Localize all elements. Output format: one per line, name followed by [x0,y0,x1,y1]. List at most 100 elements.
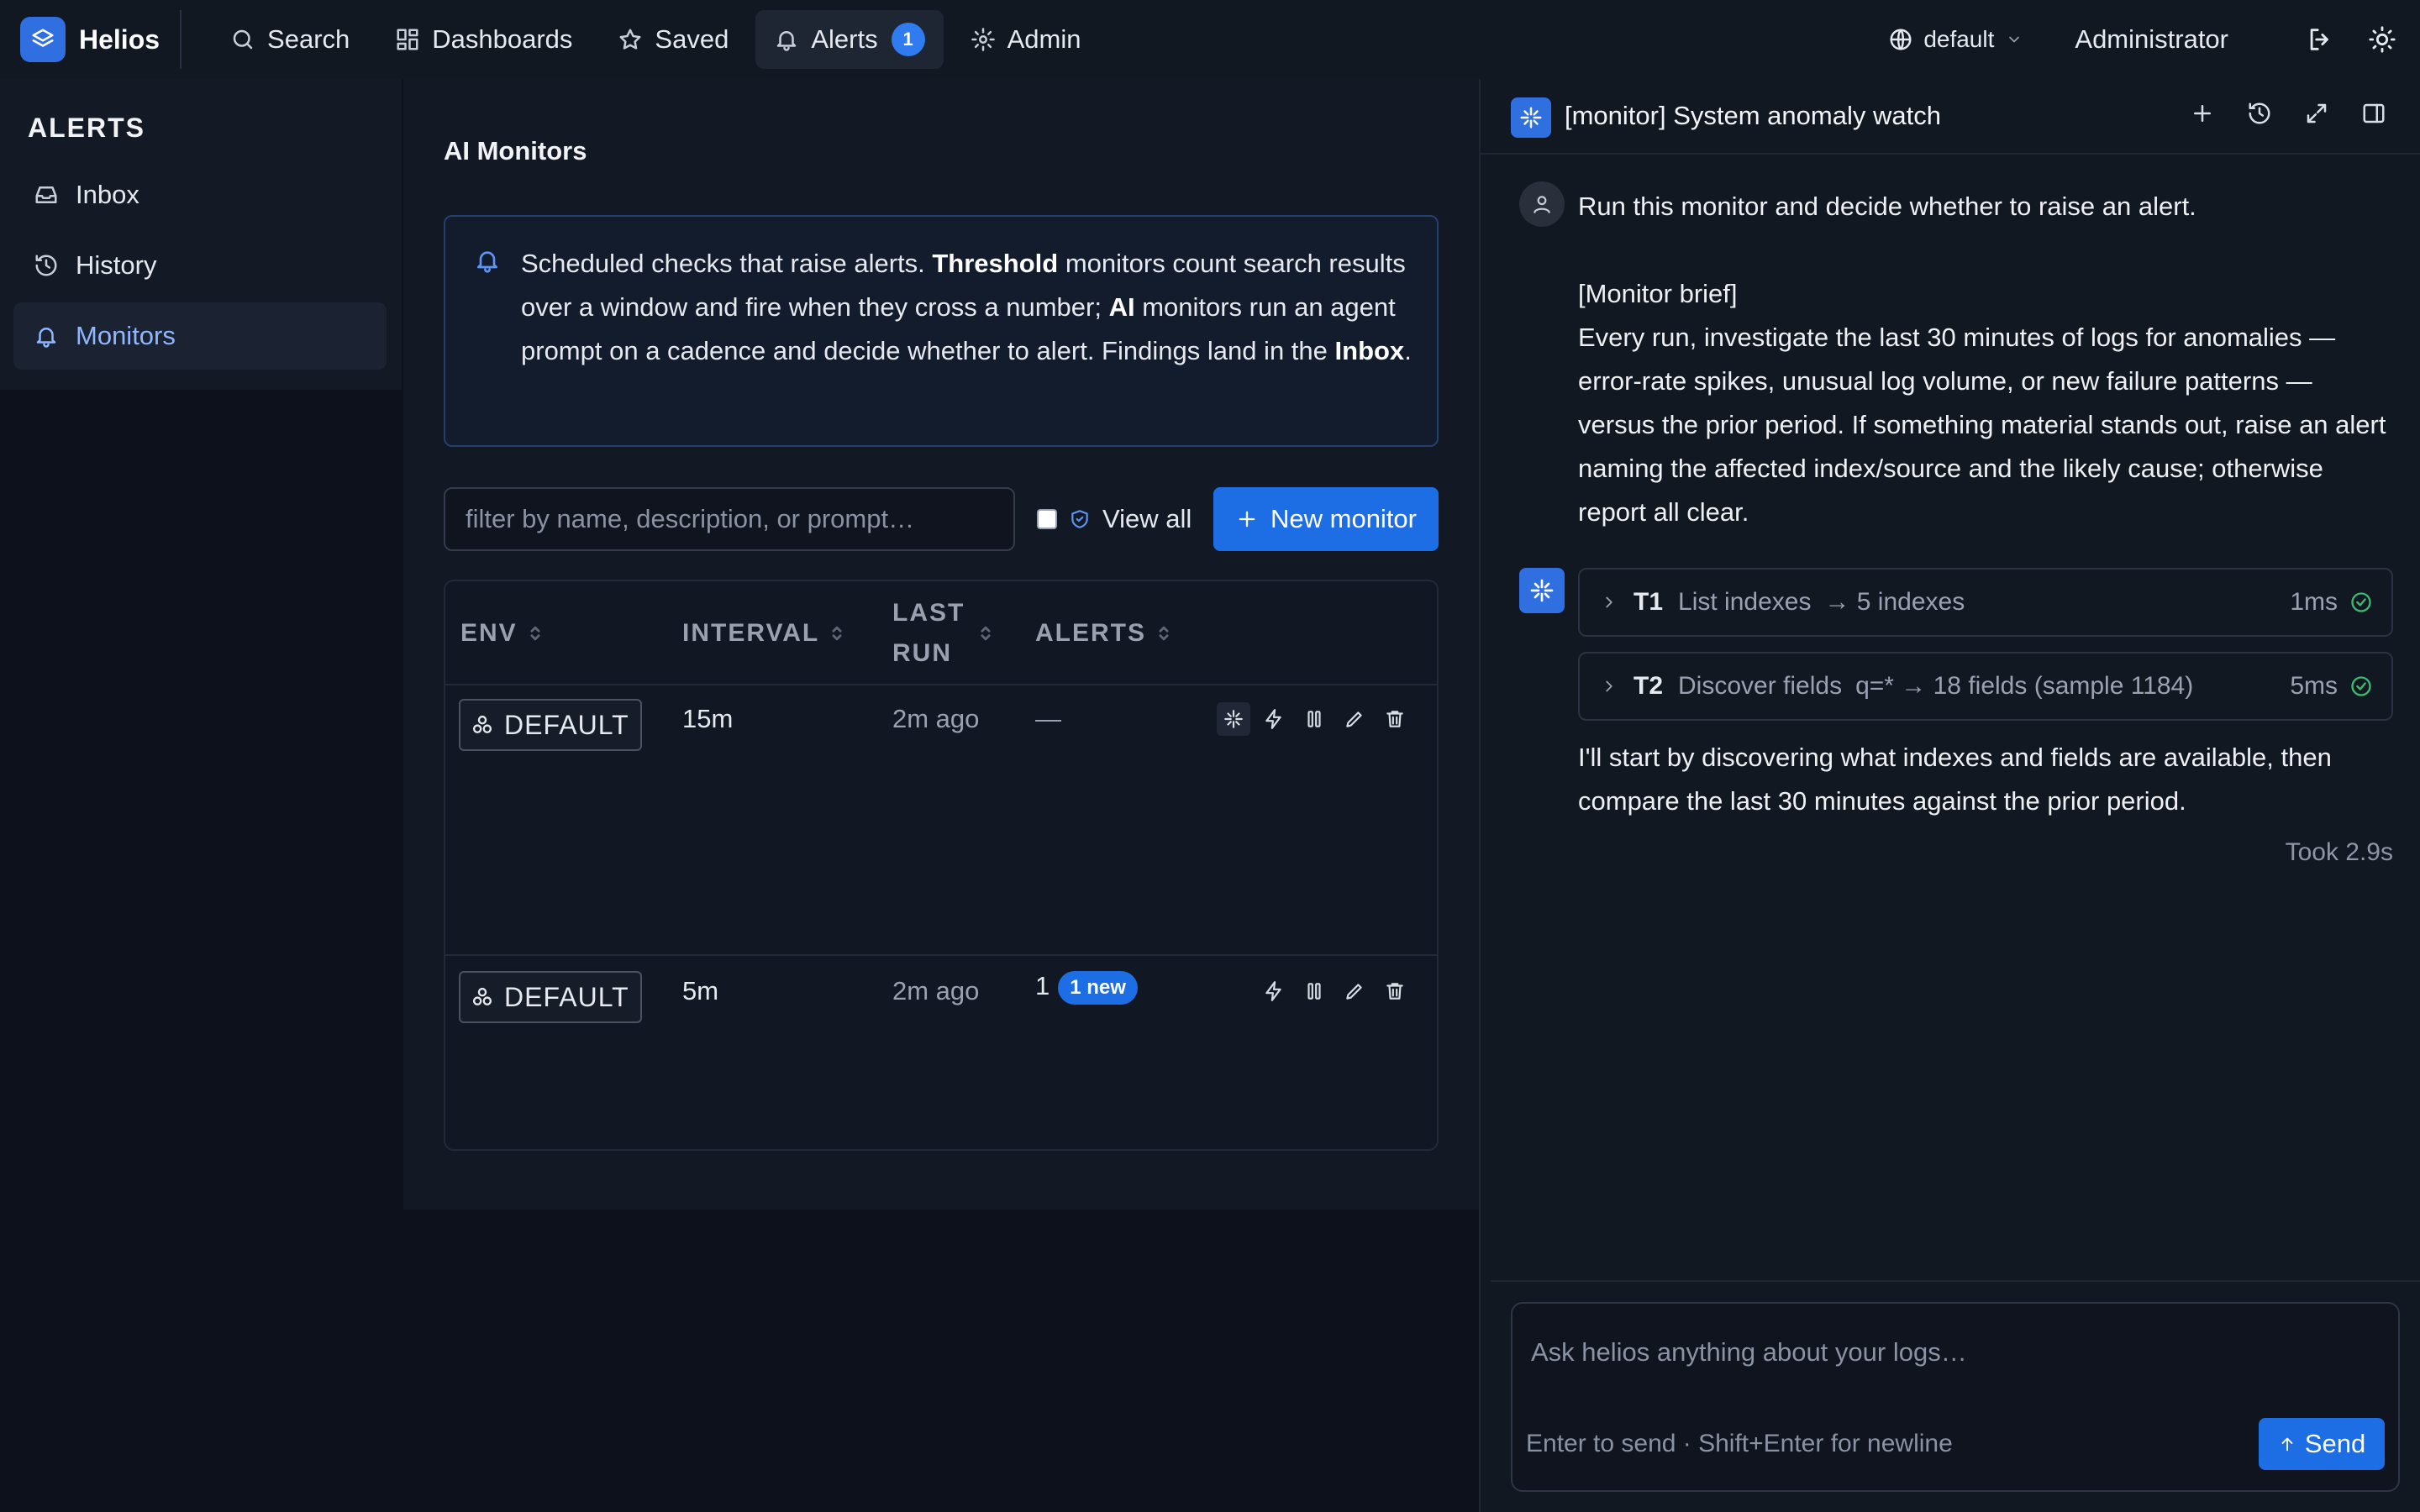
user-name[interactable]: Administrator [2075,24,2228,55]
column-header-alerts[interactable]: ALERTS [1035,613,1171,654]
topbar-right: default Administrator [1888,24,2396,55]
column-header-last-run[interactable]: LAST RUN [892,593,993,674]
view-all-checkbox[interactable] [1037,509,1057,529]
user-icon [1534,196,1550,213]
plus-icon [1239,511,1255,528]
bell-icon [777,31,797,51]
table-row[interactable]: DEFAULT 15m 2m ago — [445,685,1437,956]
trash-icon [1386,711,1403,727]
info-part: Scheduled checks that raise alerts. [521,249,933,278]
delete-button[interactable] [1378,702,1412,736]
sparkle-icon [1224,710,1243,728]
sort-icon [981,626,991,641]
main-nav: Search Dashboards Saved Alerts 1 Admin [212,10,1107,69]
pause-button[interactable] [1297,974,1331,1008]
nav-search[interactable]: Search [212,10,368,69]
column-label: ALERTS [1035,619,1146,647]
monitors-table: ENV INTERVAL LAST RUN ALERTS DEFAULT 15m… [444,580,1439,1151]
nav-alerts-label: Alerts [811,24,878,54]
cluster-icon [472,715,492,733]
bell-icon [477,251,497,273]
sun-icon [2369,26,2396,53]
table-row[interactable]: DEFAULT 5m 2m ago 1 1 new [445,958,1437,1151]
run-now-button[interactable] [1257,702,1291,736]
sidebar-item-label: History [76,250,157,280]
chevron-right-icon [1606,680,1612,692]
row-actions [1250,974,1412,1008]
edit-button[interactable] [1338,702,1371,736]
info-bold-ai: AI [1108,292,1135,322]
new-monitor-label: New monitor [1270,504,1417,533]
filter-input[interactable] [444,487,1015,551]
monitors-panel: AI Monitors Scheduled checks that raise … [403,79,1479,1210]
new-monitor-button[interactable]: New monitor [1213,487,1439,551]
inbox-icon [35,186,57,203]
alerts-cell: — [1035,704,1061,733]
delete-button[interactable] [1378,974,1412,1008]
column-header-env[interactable]: ENV [460,613,543,654]
arrow-up-icon [2281,1437,2293,1452]
info-text: Scheduled checks that raise alerts. Thre… [521,242,1420,373]
check-circle-icon [2351,676,2371,696]
env-tag: DEFAULT [459,699,642,751]
expand-button[interactable] [2304,101,2338,134]
new-alerts-badge[interactable]: 1 new [1058,971,1138,1005]
alerts-sidebar: ALERTS Inbox History Monitors [0,79,402,390]
user-message: Run this monitor and decide whether to r… [1578,185,2393,534]
pencil-icon [1346,984,1362,1000]
trash-icon [1386,983,1403,1000]
pause-icon [1307,983,1321,1000]
dashboard-icon [397,29,418,50]
column-label: LAST RUN [892,599,965,667]
page-title: AI Monitors [444,136,587,165]
last-run-cell: 2m ago [892,704,980,733]
assistant-avatar [1519,568,1565,613]
nav-admin[interactable]: Admin [952,10,1100,69]
chat-composer: Enter to send · Shift+Enter for newline … [1511,1302,2400,1492]
theme-toggle-button[interactable] [2368,25,2396,54]
nav-admin-label: Admin [1007,24,1081,54]
new-chat-button[interactable] [2190,101,2223,134]
history-icon [2249,102,2270,124]
env-select[interactable]: default [1888,26,2023,53]
sidebar-item-label: Inbox [76,180,139,209]
divider [180,10,182,69]
sidebar-item-history[interactable]: History [13,232,387,299]
env-select-value: default [1923,26,1995,52]
sidebar-item-monitors[interactable]: Monitors [13,302,387,370]
expand-icon [2307,103,2327,123]
last-run-cell: 2m ago [892,976,980,1005]
lightning-icon [1265,981,1281,1001]
layers-icon [20,17,66,62]
view-all-toggle[interactable]: View all [1037,487,1192,551]
tool-call[interactable]: T1 List indexes → 5 indexes 1ms [1578,568,2393,637]
chevron-right-icon [1606,596,1612,608]
search-icon [233,29,253,50]
logout-button[interactable] [2306,25,2334,54]
tool-call[interactable]: T2 Discover fields q=* → 18 fields (samp… [1578,652,2393,721]
info-bold-threshold: Threshold [932,249,1059,278]
chat-history-button[interactable] [2247,101,2281,134]
toggle-panel-button[interactable] [2361,101,2395,134]
chat-input[interactable] [1531,1319,2380,1386]
ask-ai-button[interactable] [1217,702,1250,736]
column-header-interval[interactable]: INTERVAL [682,613,844,654]
tool-name: List indexes [1678,588,1812,616]
tool-result: → 5 indexes [1824,588,1965,616]
check-circle-icon [2351,592,2371,612]
info-callout: Scheduled checks that raise alerts. Thre… [444,215,1439,447]
run-now-button[interactable] [1257,974,1291,1008]
brand[interactable]: Helios [20,17,160,62]
pause-button[interactable] [1297,702,1331,736]
user-avatar [1519,181,1565,227]
sidebar-item-inbox[interactable]: Inbox [13,161,387,228]
edit-button[interactable] [1338,974,1371,1008]
nav-saved-label: Saved [655,24,729,54]
info-bold-inbox: Inbox [1334,336,1405,365]
nav-dashboards[interactable]: Dashboards [376,10,591,69]
send-button[interactable]: Send [2259,1418,2385,1470]
nav-alerts[interactable]: Alerts 1 [755,10,944,69]
monitor-brief-heading: [Monitor brief] [1578,279,1738,308]
nav-saved[interactable]: Saved [599,10,747,69]
chevron-down-icon [2009,36,2020,43]
